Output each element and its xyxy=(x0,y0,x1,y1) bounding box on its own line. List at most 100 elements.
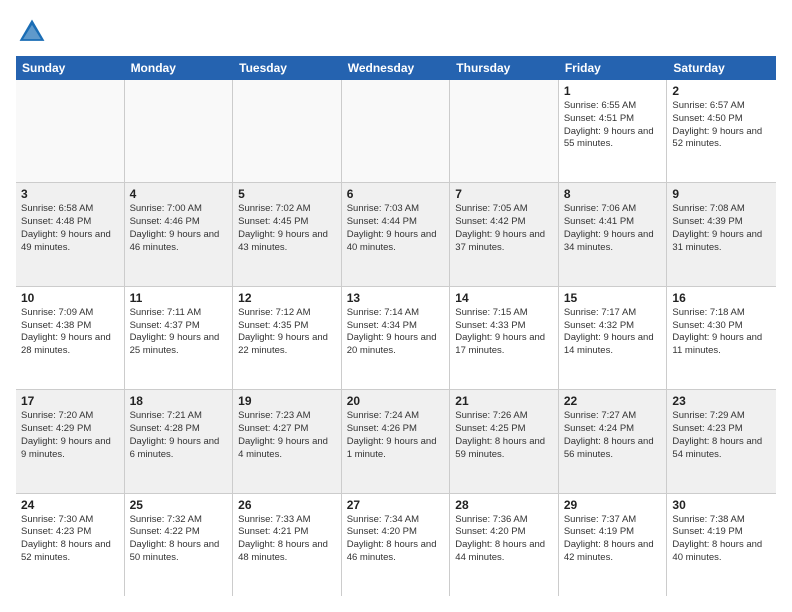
cal-cell-21: 21 Sunrise: 7:26 AM Sunset: 4:25 PM Dayli… xyxy=(450,390,559,492)
cal-cell-empty-4 xyxy=(450,80,559,182)
day-number: 16 xyxy=(672,291,771,305)
cal-cell-empty-1 xyxy=(125,80,234,182)
logo-icon xyxy=(16,16,48,48)
day-info: Sunrise: 7:11 AM Sunset: 4:37 PM Dayligh… xyxy=(130,307,228,358)
day-number: 6 xyxy=(347,187,445,201)
day-number: 15 xyxy=(564,291,662,305)
day-info: Sunrise: 7:06 AM Sunset: 4:41 PM Dayligh… xyxy=(564,203,662,254)
day-number: 18 xyxy=(130,394,228,408)
calendar: SundayMondayTuesdayWednesdayThursdayFrid… xyxy=(16,56,776,596)
day-info: Sunrise: 7:38 AM Sunset: 4:19 PM Dayligh… xyxy=(672,514,771,565)
cal-cell-2: 2Sunrise: 6:57 AM Sunset: 4:50 PM Daylig… xyxy=(667,80,776,182)
day-number: 2 xyxy=(672,84,771,98)
cal-cell-8: 8 Sunrise: 7:06 AM Sunset: 4:41 PM Daylig… xyxy=(559,183,668,285)
day-number: 4 xyxy=(130,187,228,201)
cal-cell-27: 27 Sunrise: 7:34 AM Sunset: 4:20 PM Dayli… xyxy=(342,494,451,596)
day-info: Sunrise: 7:12 AM Sunset: 4:35 PM Dayligh… xyxy=(238,307,336,358)
day-number: 1 xyxy=(564,84,662,98)
header-day-sunday: Sunday xyxy=(16,56,125,80)
day-number: 19 xyxy=(238,394,336,408)
cal-cell-15: 15 Sunrise: 7:17 AM Sunset: 4:32 PM Dayli… xyxy=(559,287,668,389)
day-info: Sunrise: 7:27 AM Sunset: 4:24 PM Dayligh… xyxy=(564,410,662,461)
cal-cell-10: 10Sunrise: 7:09 AM Sunset: 4:38 PM Dayli… xyxy=(16,287,125,389)
cal-cell-24: 24 Sunrise: 7:30 AM Sunset: 4:23 PM Dayli… xyxy=(16,494,125,596)
cal-cell-9: 9 Sunrise: 7:08 AM Sunset: 4:39 PM Daylig… xyxy=(667,183,776,285)
cal-cell-1: 1 Sunrise: 6:55 AM Sunset: 4:51 PM Daylig… xyxy=(559,80,668,182)
day-info: Sunrise: 6:58 AM Sunset: 4:48 PM Dayligh… xyxy=(21,203,119,254)
cal-cell-16: 16 Sunrise: 7:18 AM Sunset: 4:30 PM Dayli… xyxy=(667,287,776,389)
day-number: 9 xyxy=(672,187,771,201)
day-info: Sunrise: 7:33 AM Sunset: 4:21 PM Dayligh… xyxy=(238,514,336,565)
cal-cell-30: 30 Sunrise: 7:38 AM Sunset: 4:19 PM Dayli… xyxy=(667,494,776,596)
day-number: 11 xyxy=(130,291,228,305)
calendar-body: 1 Sunrise: 6:55 AM Sunset: 4:51 PM Daylig… xyxy=(16,80,776,596)
day-number: 13 xyxy=(347,291,445,305)
day-info: Sunrise: 7:36 AM Sunset: 4:20 PM Dayligh… xyxy=(455,514,553,565)
cal-cell-3: 3 Sunrise: 6:58 AM Sunset: 4:48 PM Daylig… xyxy=(16,183,125,285)
cal-cell-19: 19 Sunrise: 7:23 AM Sunset: 4:27 PM Dayli… xyxy=(233,390,342,492)
day-number: 7 xyxy=(455,187,553,201)
day-number: 24 xyxy=(21,498,119,512)
day-info: Sunrise: 7:32 AM Sunset: 4:22 PM Dayligh… xyxy=(130,514,228,565)
day-number: 27 xyxy=(347,498,445,512)
week-row-1: 1 Sunrise: 6:55 AM Sunset: 4:51 PM Daylig… xyxy=(16,80,776,183)
header-day-friday: Friday xyxy=(559,56,668,80)
day-info: Sunrise: 7:37 AM Sunset: 4:19 PM Dayligh… xyxy=(564,514,662,565)
day-number: 26 xyxy=(238,498,336,512)
day-number: 21 xyxy=(455,394,553,408)
cal-cell-12: 12 Sunrise: 7:12 AM Sunset: 4:35 PM Dayli… xyxy=(233,287,342,389)
day-info: Sunrise: 7:14 AM Sunset: 4:34 PM Dayligh… xyxy=(347,307,445,358)
cal-cell-28: 28 Sunrise: 7:36 AM Sunset: 4:20 PM Dayli… xyxy=(450,494,559,596)
header-day-tuesday: Tuesday xyxy=(233,56,342,80)
day-number: 3 xyxy=(21,187,119,201)
day-info: Sunrise: 6:55 AM Sunset: 4:51 PM Dayligh… xyxy=(564,100,662,151)
day-info: Sunrise: 7:29 AM Sunset: 4:23 PM Dayligh… xyxy=(672,410,771,461)
day-info: Sunrise: 7:15 AM Sunset: 4:33 PM Dayligh… xyxy=(455,307,553,358)
cal-cell-18: 18Sunrise: 7:21 AM Sunset: 4:28 PM Dayli… xyxy=(125,390,234,492)
day-number: 8 xyxy=(564,187,662,201)
logo xyxy=(16,16,52,48)
cal-cell-empty-2 xyxy=(233,80,342,182)
week-row-3: 10Sunrise: 7:09 AM Sunset: 4:38 PM Dayli… xyxy=(16,287,776,390)
cal-cell-22: 22 Sunrise: 7:27 AM Sunset: 4:24 PM Dayli… xyxy=(559,390,668,492)
day-info: Sunrise: 7:26 AM Sunset: 4:25 PM Dayligh… xyxy=(455,410,553,461)
day-number: 12 xyxy=(238,291,336,305)
cal-cell-7: 7 Sunrise: 7:05 AM Sunset: 4:42 PM Daylig… xyxy=(450,183,559,285)
cal-cell-11: 11 Sunrise: 7:11 AM Sunset: 4:37 PM Dayli… xyxy=(125,287,234,389)
day-info: Sunrise: 7:17 AM Sunset: 4:32 PM Dayligh… xyxy=(564,307,662,358)
day-info: Sunrise: 7:00 AM Sunset: 4:46 PM Dayligh… xyxy=(130,203,228,254)
page-header xyxy=(16,16,776,48)
day-number: 14 xyxy=(455,291,553,305)
week-row-5: 24 Sunrise: 7:30 AM Sunset: 4:23 PM Dayli… xyxy=(16,494,776,596)
day-number: 23 xyxy=(672,394,771,408)
header-day-thursday: Thursday xyxy=(450,56,559,80)
day-info: Sunrise: 7:18 AM Sunset: 4:30 PM Dayligh… xyxy=(672,307,771,358)
cal-cell-13: 13 Sunrise: 7:14 AM Sunset: 4:34 PM Dayli… xyxy=(342,287,451,389)
day-info: Sunrise: 7:34 AM Sunset: 4:20 PM Dayligh… xyxy=(347,514,445,565)
day-info: Sunrise: 7:09 AM Sunset: 4:38 PM Dayligh… xyxy=(21,307,119,358)
header-day-wednesday: Wednesday xyxy=(342,56,451,80)
cal-cell-14: 14 Sunrise: 7:15 AM Sunset: 4:33 PM Dayli… xyxy=(450,287,559,389)
day-info: Sunrise: 7:05 AM Sunset: 4:42 PM Dayligh… xyxy=(455,203,553,254)
day-number: 22 xyxy=(564,394,662,408)
cal-cell-5: 5 Sunrise: 7:02 AM Sunset: 4:45 PM Daylig… xyxy=(233,183,342,285)
day-number: 30 xyxy=(672,498,771,512)
day-number: 5 xyxy=(238,187,336,201)
day-info: Sunrise: 7:02 AM Sunset: 4:45 PM Dayligh… xyxy=(238,203,336,254)
header-day-saturday: Saturday xyxy=(667,56,776,80)
week-row-2: 3 Sunrise: 6:58 AM Sunset: 4:48 PM Daylig… xyxy=(16,183,776,286)
day-number: 29 xyxy=(564,498,662,512)
cal-cell-4: 4 Sunrise: 7:00 AM Sunset: 4:46 PM Daylig… xyxy=(125,183,234,285)
cal-cell-23: 23 Sunrise: 7:29 AM Sunset: 4:23 PM Dayli… xyxy=(667,390,776,492)
cal-cell-empty-3 xyxy=(342,80,451,182)
day-info: Sunrise: 7:23 AM Sunset: 4:27 PM Dayligh… xyxy=(238,410,336,461)
day-info: Sunrise: 7:30 AM Sunset: 4:23 PM Dayligh… xyxy=(21,514,119,565)
day-number: 28 xyxy=(455,498,553,512)
cal-cell-6: 6Sunrise: 7:03 AM Sunset: 4:44 PM Daylig… xyxy=(342,183,451,285)
cal-cell-29: 29 Sunrise: 7:37 AM Sunset: 4:19 PM Dayli… xyxy=(559,494,668,596)
day-info: Sunrise: 7:08 AM Sunset: 4:39 PM Dayligh… xyxy=(672,203,771,254)
cal-cell-25: 25Sunrise: 7:32 AM Sunset: 4:22 PM Dayli… xyxy=(125,494,234,596)
header-day-monday: Monday xyxy=(125,56,234,80)
cal-cell-26: 26 Sunrise: 7:33 AM Sunset: 4:21 PM Dayli… xyxy=(233,494,342,596)
cal-cell-empty-0 xyxy=(16,80,125,182)
